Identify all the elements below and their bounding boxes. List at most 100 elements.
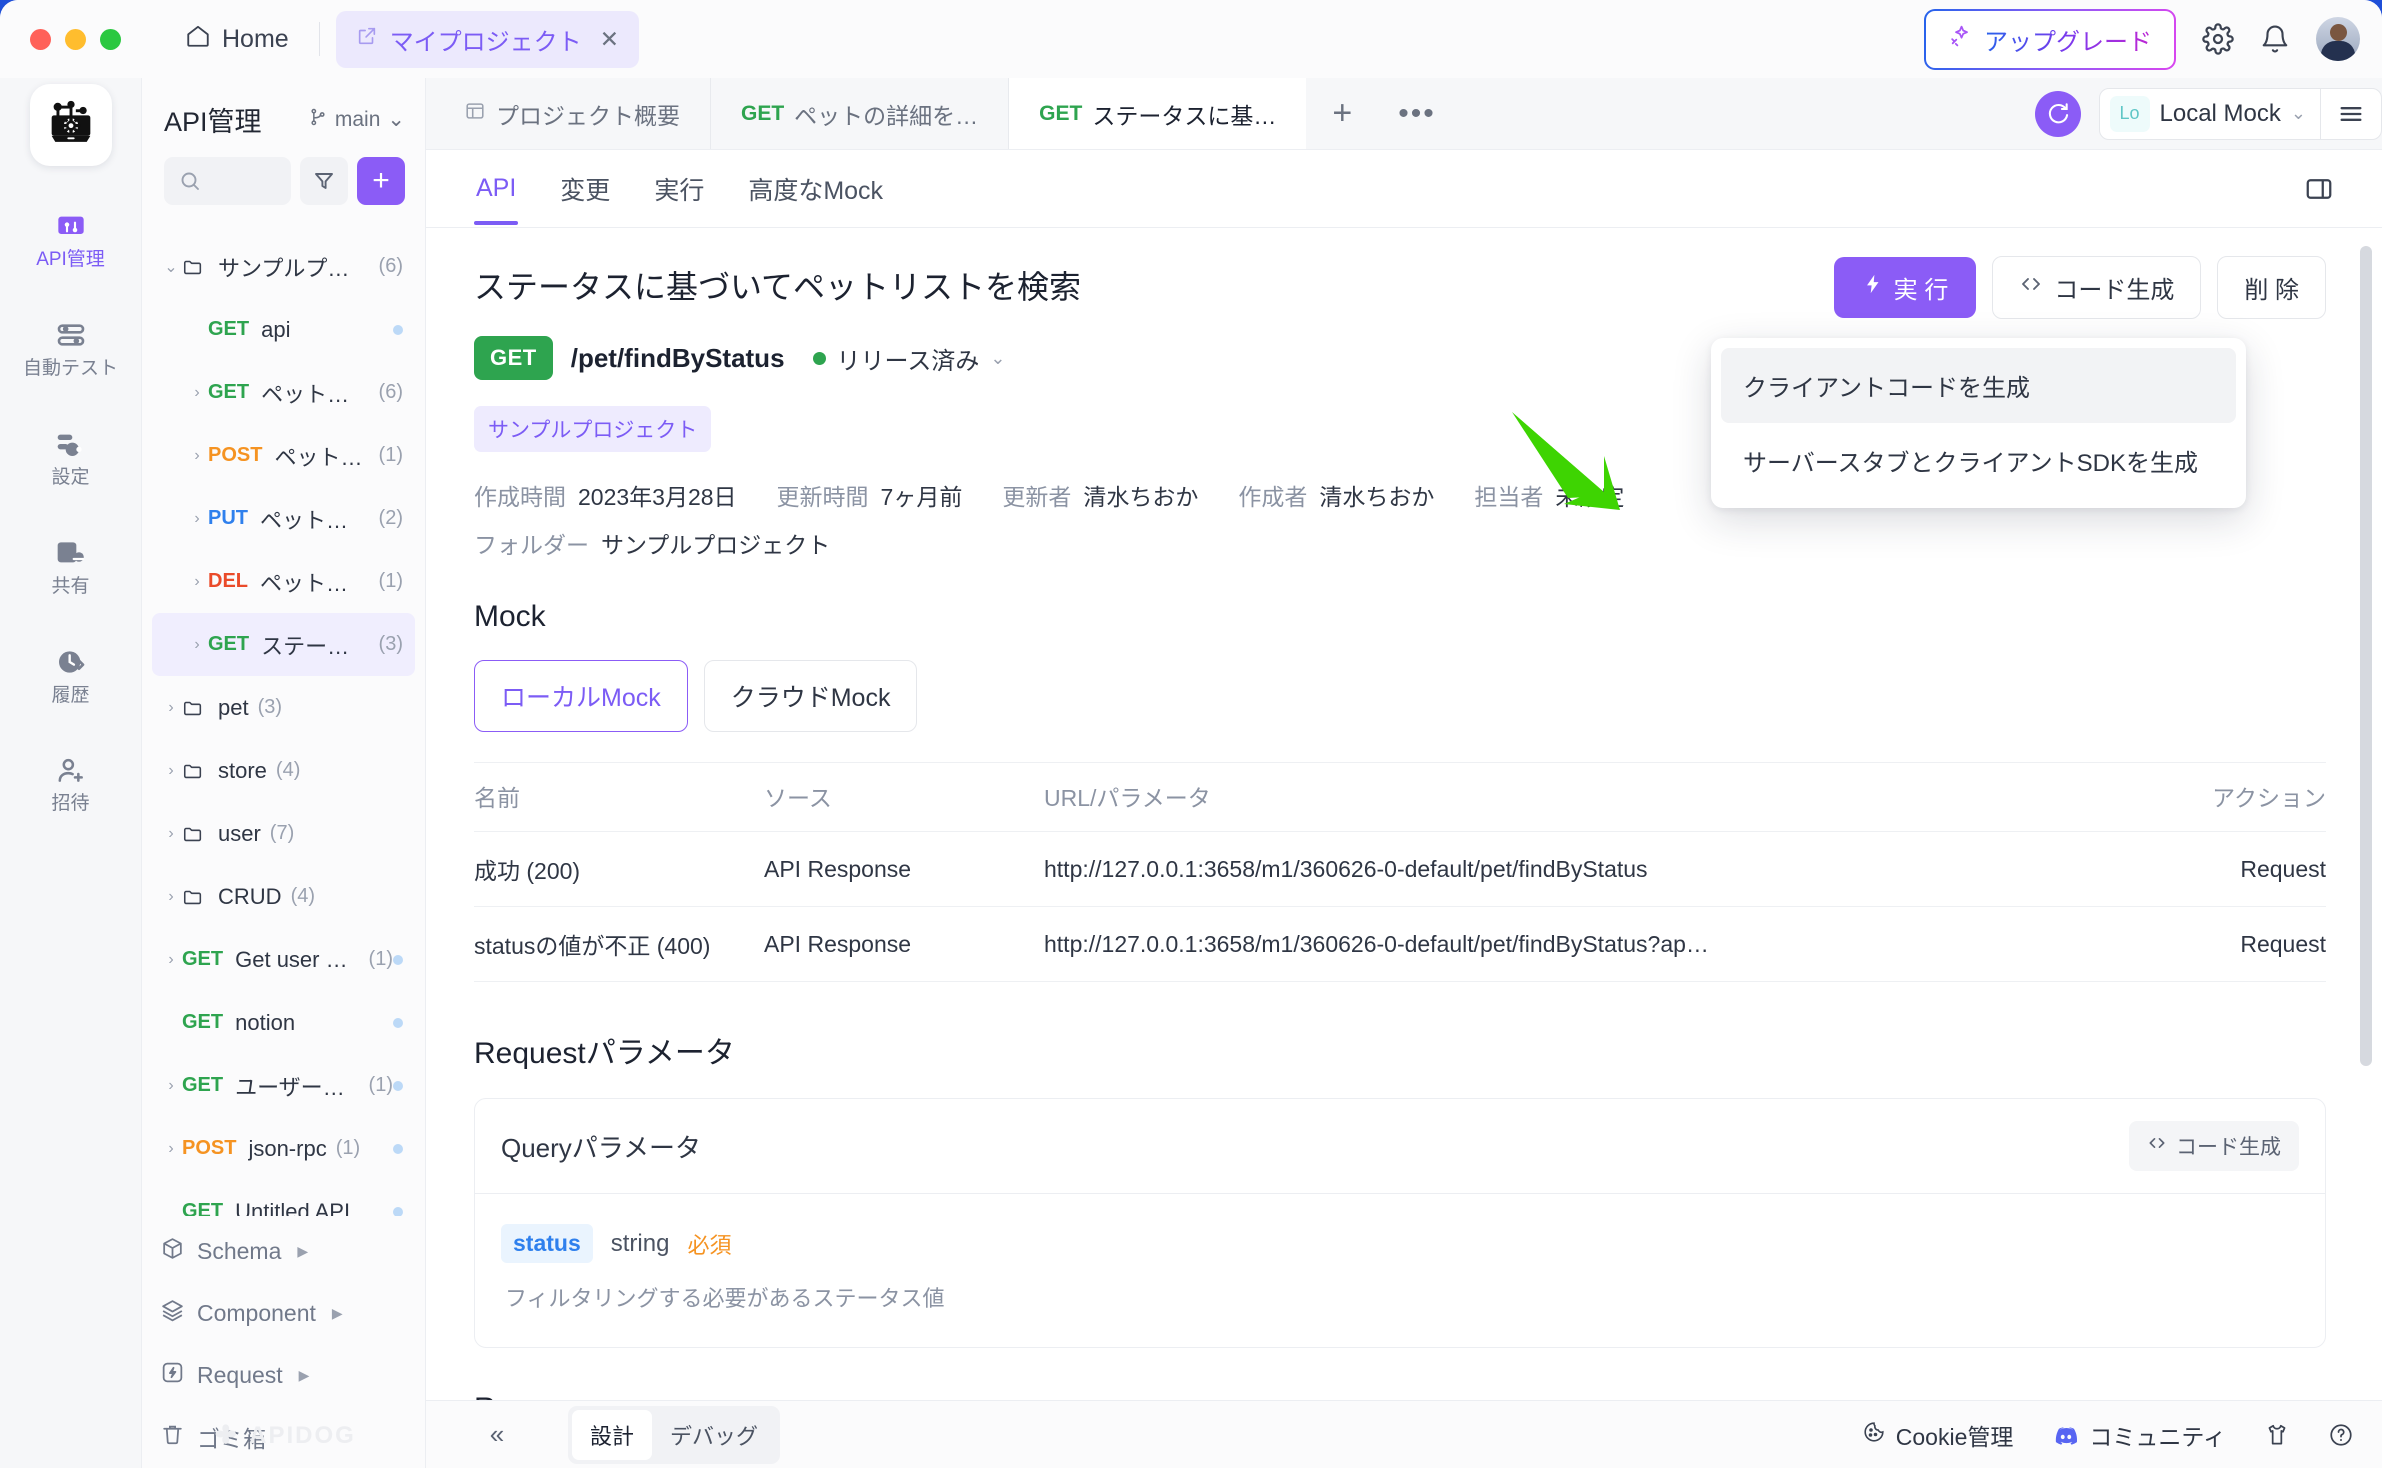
tshirt-button[interactable] — [2264, 1422, 2290, 1448]
sidebar-item-request[interactable]: Request ▶ — [152, 1344, 415, 1406]
tree-folder-row[interactable]: ›user(7) — [152, 802, 415, 865]
query-params-body: status string 必須 フィルタリングする必要があるステータス値 — [475, 1194, 2325, 1347]
api-path: /pet/findByStatus — [571, 343, 785, 374]
environment-selector[interactable]: Lo Local Mock ⌄ — [2099, 88, 2382, 140]
chevron-right-icon[interactable]: › — [186, 510, 208, 528]
chevron-down-icon[interactable]: ⌄ — [160, 257, 182, 277]
branch-selector[interactable]: main ⌄ — [308, 107, 405, 133]
chevron-right-icon[interactable]: › — [186, 384, 208, 402]
chevron-right-icon[interactable]: › — [160, 951, 182, 969]
tab-changes[interactable]: 変更 — [558, 149, 612, 229]
chevron-right-icon[interactable]: › — [186, 447, 208, 465]
rail-item-settings[interactable]: 設定 — [16, 418, 126, 497]
help-button[interactable] — [2328, 1422, 2354, 1448]
home-button[interactable]: Home — [171, 15, 303, 64]
status-badge[interactable]: リリース済み ⌄ — [813, 341, 1006, 376]
tab-project-overview[interactable]: プロジェクト概要 — [434, 78, 711, 149]
sync-button[interactable] — [2035, 91, 2081, 137]
mock-tab-cloud[interactable]: クラウドMock — [704, 660, 918, 732]
tree-api-row[interactable]: ›GETユーザーの詳細情報(1) — [152, 1054, 415, 1117]
collapse-sidebar-button[interactable]: « — [426, 1419, 568, 1450]
delete-button[interactable]: 削 除 — [2217, 256, 2326, 319]
env-badge: Lo — [2110, 96, 2150, 132]
chevron-right-icon[interactable]: › — [160, 1077, 182, 1095]
param-description: フィルタリングする必要があるステータス値 — [501, 1281, 2299, 1313]
filter-button[interactable] — [300, 157, 348, 205]
tree-api-row[interactable]: ›GETステータスに基づ…(3) — [152, 613, 415, 676]
tab-api[interactable]: API — [474, 152, 518, 225]
mode-design[interactable]: 設計 — [572, 1410, 652, 1460]
mock-tab-local[interactable]: ローカルMock — [474, 660, 688, 732]
sidebar-tree[interactable]: ⌄ ⌄サンプルプロジェクト(6)›GETapi›GETペットの詳細をク…(6)›… — [142, 217, 425, 1216]
tab-pet-detail[interactable]: GET ペットの詳細を… — [711, 78, 1009, 149]
close-window-button[interactable] — [30, 29, 51, 50]
community-button[interactable]: コミュニティ — [2053, 1418, 2226, 1452]
content-scrollbar[interactable] — [2360, 246, 2372, 1066]
new-tab-button[interactable]: + — [1306, 78, 1378, 149]
tree-item-name: store — [218, 758, 267, 784]
mock-request-link[interactable]: Request — [2156, 907, 2326, 982]
cookie-manager-button[interactable]: Cookie管理 — [1862, 1418, 2014, 1452]
project-tab[interactable]: マイプロジェクト ✕ — [336, 11, 639, 68]
run-button[interactable]: 実 行 — [1834, 257, 1977, 318]
chevron-right-icon[interactable]: › — [160, 1140, 182, 1158]
chevron-right-icon[interactable]: › — [160, 762, 182, 780]
chevron-right-icon[interactable]: › — [186, 636, 208, 654]
rail-item-share[interactable]: 共有 — [16, 527, 126, 606]
search-input[interactable] — [164, 157, 291, 205]
sidebar-item-component[interactable]: Component ▶ — [152, 1282, 415, 1344]
minimize-window-button[interactable] — [65, 29, 86, 50]
content-scroll-area[interactable]: 実 行 コード生成 削 除 — [426, 228, 2382, 1400]
close-icon[interactable]: ✕ — [600, 26, 619, 53]
tree-folder-row[interactable]: ›pet(3) — [152, 676, 415, 739]
table-row[interactable]: ⌄ — [152, 217, 415, 235]
tree-api-row[interactable]: ›PUTペット情報を更新…(2) — [152, 487, 415, 550]
table-row[interactable]: statusの値が不正 (400) API Response http://12… — [474, 907, 2326, 982]
rail-item-automated-test[interactable]: 自動テスト — [16, 309, 126, 388]
chevron-right-icon[interactable]: › — [160, 699, 182, 717]
tree-api-row[interactable]: ›GETペットの詳細をク…(6) — [152, 361, 415, 424]
tree-folder-row[interactable]: ›CRUD(4) — [152, 865, 415, 928]
tab-run[interactable]: 実行 — [652, 149, 706, 229]
tab-more-button[interactable]: ••• — [1378, 78, 1456, 149]
tree-folder-row[interactable]: ⌄サンプルプロジェクト(6) — [152, 235, 415, 298]
rail-item-invite[interactable]: 招待 — [16, 744, 126, 823]
mock-url: http://127.0.0.1:3658/m1/360626-0-defaul… — [1044, 907, 2156, 982]
panel-toggle-button[interactable] — [2304, 174, 2334, 204]
generate-code-small-button[interactable]: コード生成 — [2129, 1121, 2299, 1171]
mock-name: statusの値が不正 (400) — [474, 907, 764, 982]
avatar[interactable] — [2316, 17, 2360, 61]
chevron-right-icon[interactable]: › — [186, 573, 208, 591]
tree-api-row[interactable]: ›GETGet user by id(1) — [152, 928, 415, 991]
table-row[interactable]: 成功 (200) API Response http://127.0.0.1:3… — [474, 832, 2326, 907]
upgrade-button[interactable]: アップグレード — [1924, 9, 2176, 70]
generate-code-button[interactable]: コード生成 — [1992, 256, 2201, 319]
tab-find-by-status[interactable]: GET ステータスに基… — [1009, 78, 1306, 149]
rail-item-label: 設定 — [51, 468, 89, 489]
rail-item-history[interactable]: 履歴 — [16, 636, 126, 715]
menu-item-generate-client-code[interactable]: クライアントコードを生成 — [1721, 348, 2236, 423]
maximize-window-button[interactable] — [100, 29, 121, 50]
tree-api-row[interactable]: ›DELペット情報を削除…(1) — [152, 550, 415, 613]
rail-item-api-management[interactable]: API管理 — [16, 200, 126, 279]
notifications-button[interactable] — [2260, 24, 2290, 54]
chevron-right-icon[interactable]: › — [160, 825, 182, 843]
menu-item-generate-server-stub[interactable]: サーバースタブとクライアントSDKを生成 — [1721, 423, 2236, 498]
tab-advanced-mock[interactable]: 高度なMock — [746, 149, 885, 229]
mode-debug[interactable]: デバッグ — [652, 1410, 776, 1460]
add-button[interactable]: + — [357, 157, 405, 205]
mock-request-link[interactable]: Request — [2156, 832, 2326, 907]
tree-api-row[interactable]: ›POSTペット情報を作成…(1) — [152, 424, 415, 487]
sidebar-item-schema[interactable]: Schema ▶ — [152, 1220, 415, 1282]
param-type: string — [611, 1230, 670, 1258]
tree-folder-row[interactable]: ›store(4) — [152, 739, 415, 802]
hamburger-icon[interactable] — [2321, 100, 2381, 128]
tree-api-row[interactable]: ›GETUntitled API — [152, 1180, 415, 1216]
chevron-right-icon[interactable]: › — [160, 888, 182, 906]
tree-api-row[interactable]: ›POSTjson-rpc(1) — [152, 1117, 415, 1180]
tree-api-row[interactable]: ›GETnotion — [152, 991, 415, 1054]
panel-toggle-icon — [2304, 174, 2334, 204]
external-link-icon — [356, 25, 378, 54]
settings-button[interactable] — [2202, 23, 2234, 55]
tree-api-row[interactable]: ›GETapi — [152, 298, 415, 361]
